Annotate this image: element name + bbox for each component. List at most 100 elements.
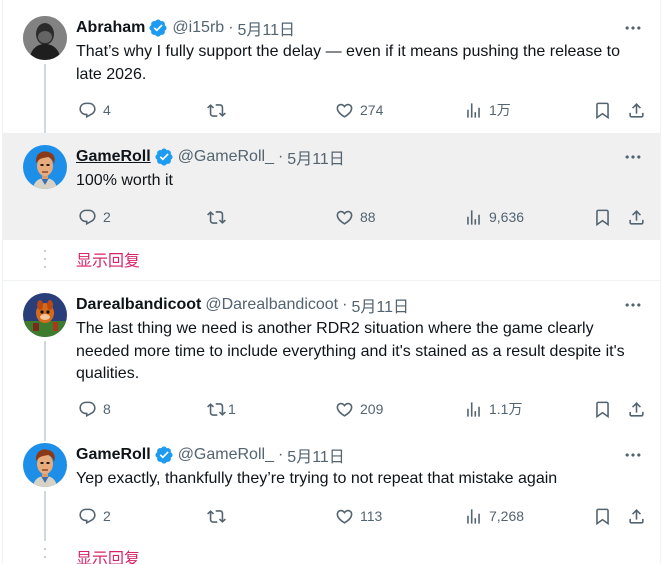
bw-portrait-avatar-icon: [23, 16, 67, 60]
views-count: 7,268: [489, 508, 525, 524]
like-button[interactable]: 209: [335, 398, 383, 420]
share-button[interactable]: [625, 398, 647, 420]
reply-count: 4: [103, 102, 111, 118]
like-count: 113: [360, 508, 383, 524]
reply-count: 2: [103, 209, 111, 225]
tweet-actions: 4 274 1万: [76, 99, 651, 121]
share-button[interactable]: [625, 206, 647, 228]
views-icon: [464, 507, 483, 526]
cartoon-man-avatar-icon: [23, 145, 67, 189]
reply-count: 2: [103, 508, 111, 524]
thread-line: [44, 64, 46, 133]
display-name[interactable]: Abraham: [76, 19, 145, 37]
views-button[interactable]: 7,268: [464, 505, 524, 527]
show-replies-link[interactable]: 显示回复: [76, 546, 140, 564]
reply-button[interactable]: 4: [78, 99, 111, 121]
reply-button[interactable]: 2: [78, 505, 111, 527]
tweet-date[interactable]: 5月11日: [287, 443, 345, 467]
like-button[interactable]: 274: [335, 99, 383, 121]
retweet-icon: [207, 208, 226, 227]
views-icon: [464, 400, 483, 419]
share-button[interactable]: [625, 99, 647, 121]
user-handle[interactable]: @GameRoll_: [178, 148, 274, 166]
more-options-button[interactable]: [622, 295, 644, 315]
retweet-button[interactable]: [207, 505, 232, 527]
more-options-button[interactable]: [622, 147, 644, 167]
tweet-header: GameRoll @GameRoll_ · 5月11日: [76, 146, 345, 168]
more-icon: [623, 445, 643, 465]
retweet-button[interactable]: 1: [207, 398, 236, 420]
tweet-4[interactable]: GameRoll @GameRoll_ · 5月11日 Yep exactly,…: [3, 431, 661, 541]
bookmark-icon: [593, 208, 612, 227]
tweet-actions: 8 1 209 1.1万: [76, 398, 651, 420]
bookmark-button[interactable]: [591, 505, 613, 527]
share-icon: [627, 101, 646, 120]
retweet-icon: [207, 507, 226, 526]
retweet-button[interactable]: [207, 206, 232, 228]
reply-icon: [78, 101, 97, 120]
retweet-button[interactable]: [207, 99, 232, 121]
separator: ·: [228, 19, 234, 36]
more-options-button[interactable]: [622, 445, 644, 465]
tweet-header: GameRoll @GameRoll_ · 5月11日: [76, 444, 345, 466]
avatar[interactable]: [23, 16, 67, 60]
retweet-icon: [207, 101, 226, 120]
reply-button[interactable]: 2: [78, 206, 111, 228]
share-icon: [627, 208, 646, 227]
share-button[interactable]: [625, 505, 647, 527]
tweet-1[interactable]: Abraham @i15rb · 5月11日 That’s why I full…: [3, 0, 661, 133]
bookmark-icon: [593, 400, 612, 419]
display-name[interactable]: Darealbandicoot: [76, 296, 201, 314]
views-button[interactable]: 1.1万: [464, 398, 522, 420]
show-replies-link[interactable]: 显示回复: [76, 248, 140, 270]
tweet-header: Abraham @i15rb · 5月11日: [76, 17, 295, 39]
reply-icon: [78, 400, 97, 419]
retweet-count: 1: [228, 401, 236, 417]
display-name[interactable]: GameRoll: [76, 446, 151, 464]
display-name[interactable]: GameRoll: [76, 148, 151, 166]
verified-badge-icon: [154, 445, 174, 465]
tweet-date[interactable]: 5月11日: [351, 293, 409, 317]
reply-button[interactable]: 8: [78, 398, 111, 420]
reply-icon: [78, 208, 97, 227]
tweet-actions: 2 88 9,636: [76, 206, 651, 228]
tweet-3[interactable]: Darealbandicoot @Darealbandicoot · 5月11日…: [3, 281, 661, 441]
avatar[interactable]: [23, 145, 67, 189]
tweet-actions: 2 113 7,268: [76, 505, 651, 527]
bookmark-button[interactable]: [591, 206, 613, 228]
bookmark-button[interactable]: [591, 398, 613, 420]
tweet-2[interactable]: GameRoll @GameRoll_ · 5月11日 100% worth i…: [3, 133, 660, 240]
more-replies-dots: [43, 250, 47, 274]
cartoon-man-avatar-icon: [23, 443, 67, 487]
bookmark-button[interactable]: [591, 99, 613, 121]
user-handle[interactable]: @i15rb: [172, 19, 224, 37]
user-handle[interactable]: @Darealbandicoot: [205, 296, 338, 314]
separator: ·: [277, 148, 284, 165]
tweet-text: Yep exactly, thankfully they’re trying t…: [76, 470, 558, 487]
thread-container: Abraham @i15rb · 5月11日 That’s why I full…: [2, 0, 661, 564]
views-button[interactable]: 1万: [464, 99, 511, 121]
like-button[interactable]: 113: [335, 505, 382, 527]
more-options-button[interactable]: [622, 18, 644, 38]
tweet-text: That’s why I fully support the delay — e…: [76, 43, 620, 83]
tweet-date[interactable]: 5月11日: [287, 145, 345, 169]
separator: ·: [277, 446, 284, 463]
like-count: 88: [360, 209, 376, 225]
avatar[interactable]: [23, 443, 67, 487]
like-count: 274: [360, 102, 384, 118]
tweet-date[interactable]: 5月11日: [238, 16, 296, 40]
user-handle[interactable]: @GameRoll_: [178, 446, 274, 464]
tweet-text: The last thing we need is another RDR2 s…: [76, 320, 625, 382]
tweet-text: 100% worth it: [76, 172, 173, 189]
retweet-icon: [207, 400, 226, 419]
like-button[interactable]: 88: [335, 206, 376, 228]
avatar[interactable]: [23, 293, 67, 337]
more-icon: [623, 147, 643, 167]
views-button[interactable]: 9,636: [464, 206, 524, 228]
more-icon: [623, 18, 643, 38]
like-icon: [335, 208, 354, 227]
more-replies-dots: [43, 548, 47, 564]
verified-badge-icon: [148, 18, 168, 38]
like-icon: [335, 101, 354, 120]
more-icon: [623, 295, 643, 315]
